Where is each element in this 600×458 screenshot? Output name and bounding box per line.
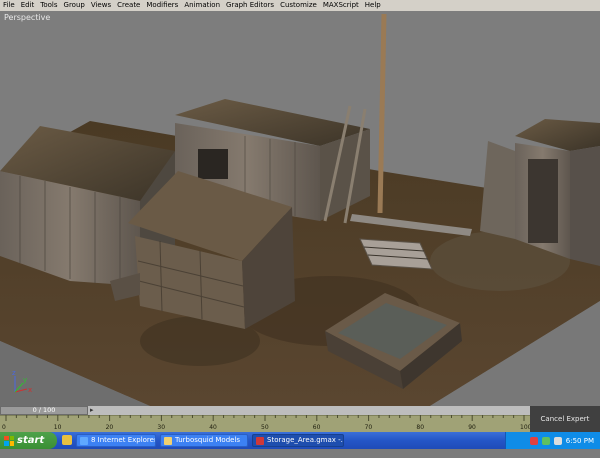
svg-text:x: x: [28, 386, 32, 394]
task-internet-explorer[interactable]: 8 Internet Explorer: [76, 434, 156, 447]
time-slider-thumb[interactable]: 0 / 100: [0, 406, 88, 415]
track-tick-label: 50: [261, 424, 269, 431]
task-label: 8 Internet Explorer: [91, 436, 156, 444]
cancel-expert-mode-button[interactable]: Cancel Expert Mode: [530, 406, 600, 449]
ie-icon: [80, 437, 88, 445]
track-tick-label: 70: [365, 424, 373, 431]
tray-network-icon[interactable]: [541, 436, 550, 445]
folder-icon: [164, 437, 172, 445]
scene-render: z x y: [0, 13, 600, 406]
menu-modifiers[interactable]: Modifiers: [143, 0, 181, 11]
gmax-icon: [256, 437, 264, 445]
menu-graph-editors[interactable]: Graph Editors: [223, 0, 277, 11]
svg-text:y: y: [23, 376, 27, 384]
tray-alert-icon[interactable]: [529, 436, 538, 445]
tray-volume-icon[interactable]: [553, 436, 562, 445]
task-turbosquid-models[interactable]: Turbosquid Models: [160, 434, 248, 447]
track-ruler: 0 10 20 30 40 50 60 70 80 90 100: [0, 415, 530, 431]
track-tick-label: 20: [106, 424, 114, 431]
start-button[interactable]: start: [0, 432, 57, 449]
track-tick-label: 60: [313, 424, 321, 431]
menu-tools[interactable]: Tools: [37, 0, 60, 11]
viewport-label[interactable]: Perspective: [4, 13, 50, 22]
quicklaunch-folder-icon[interactable]: [62, 435, 72, 445]
menu-file[interactable]: File: [0, 0, 18, 11]
menu-views[interactable]: Views: [88, 0, 114, 11]
track-tick-label: 10: [54, 424, 62, 431]
svg-text:z: z: [12, 369, 16, 377]
windows-flag-icon: [4, 435, 14, 446]
time-slider-bar[interactable]: 0 / 100 ▸: [0, 406, 530, 415]
track-tick-label: 40: [209, 424, 217, 431]
start-label: start: [17, 435, 45, 446]
menu-customize[interactable]: Customize: [277, 0, 320, 11]
menu-help[interactable]: Help: [362, 0, 384, 11]
windows-taskbar: start 8 Internet Explorer Turbosquid Mod…: [0, 432, 600, 449]
menu-group[interactable]: Group: [61, 0, 88, 11]
track-tick-label: 0: [2, 424, 6, 431]
task-storage-area-gmax[interactable]: Storage_Area.gmax -...: [252, 434, 344, 447]
task-label: Turbosquid Models: [175, 436, 241, 444]
menu-animation[interactable]: Animation: [181, 0, 223, 11]
task-label: Storage_Area.gmax -...: [267, 436, 344, 444]
menu-bar: File Edit Tools Group Views Create Modif…: [0, 0, 600, 11]
perspective-viewport[interactable]: z x y Perspective: [0, 11, 600, 406]
slider-right-arrow-icon[interactable]: ▸: [90, 406, 94, 415]
menu-create[interactable]: Create: [114, 0, 143, 11]
clock: 6:50 PM: [565, 436, 594, 445]
menu-edit[interactable]: Edit: [18, 0, 38, 11]
track-tick-label: 80: [416, 424, 424, 431]
track-tick-label: 30: [157, 424, 165, 431]
menu-maxscript[interactable]: MAXScript: [320, 0, 362, 11]
track-tick-label: 90: [468, 424, 476, 431]
system-tray: 6:50 PM: [505, 432, 600, 449]
track-bar[interactable]: 0 10 20 30 40 50 60 70 80 90 100: [0, 415, 530, 432]
track-tick-label: 100: [520, 424, 530, 431]
time-slider-label: 0 / 100: [32, 406, 56, 414]
